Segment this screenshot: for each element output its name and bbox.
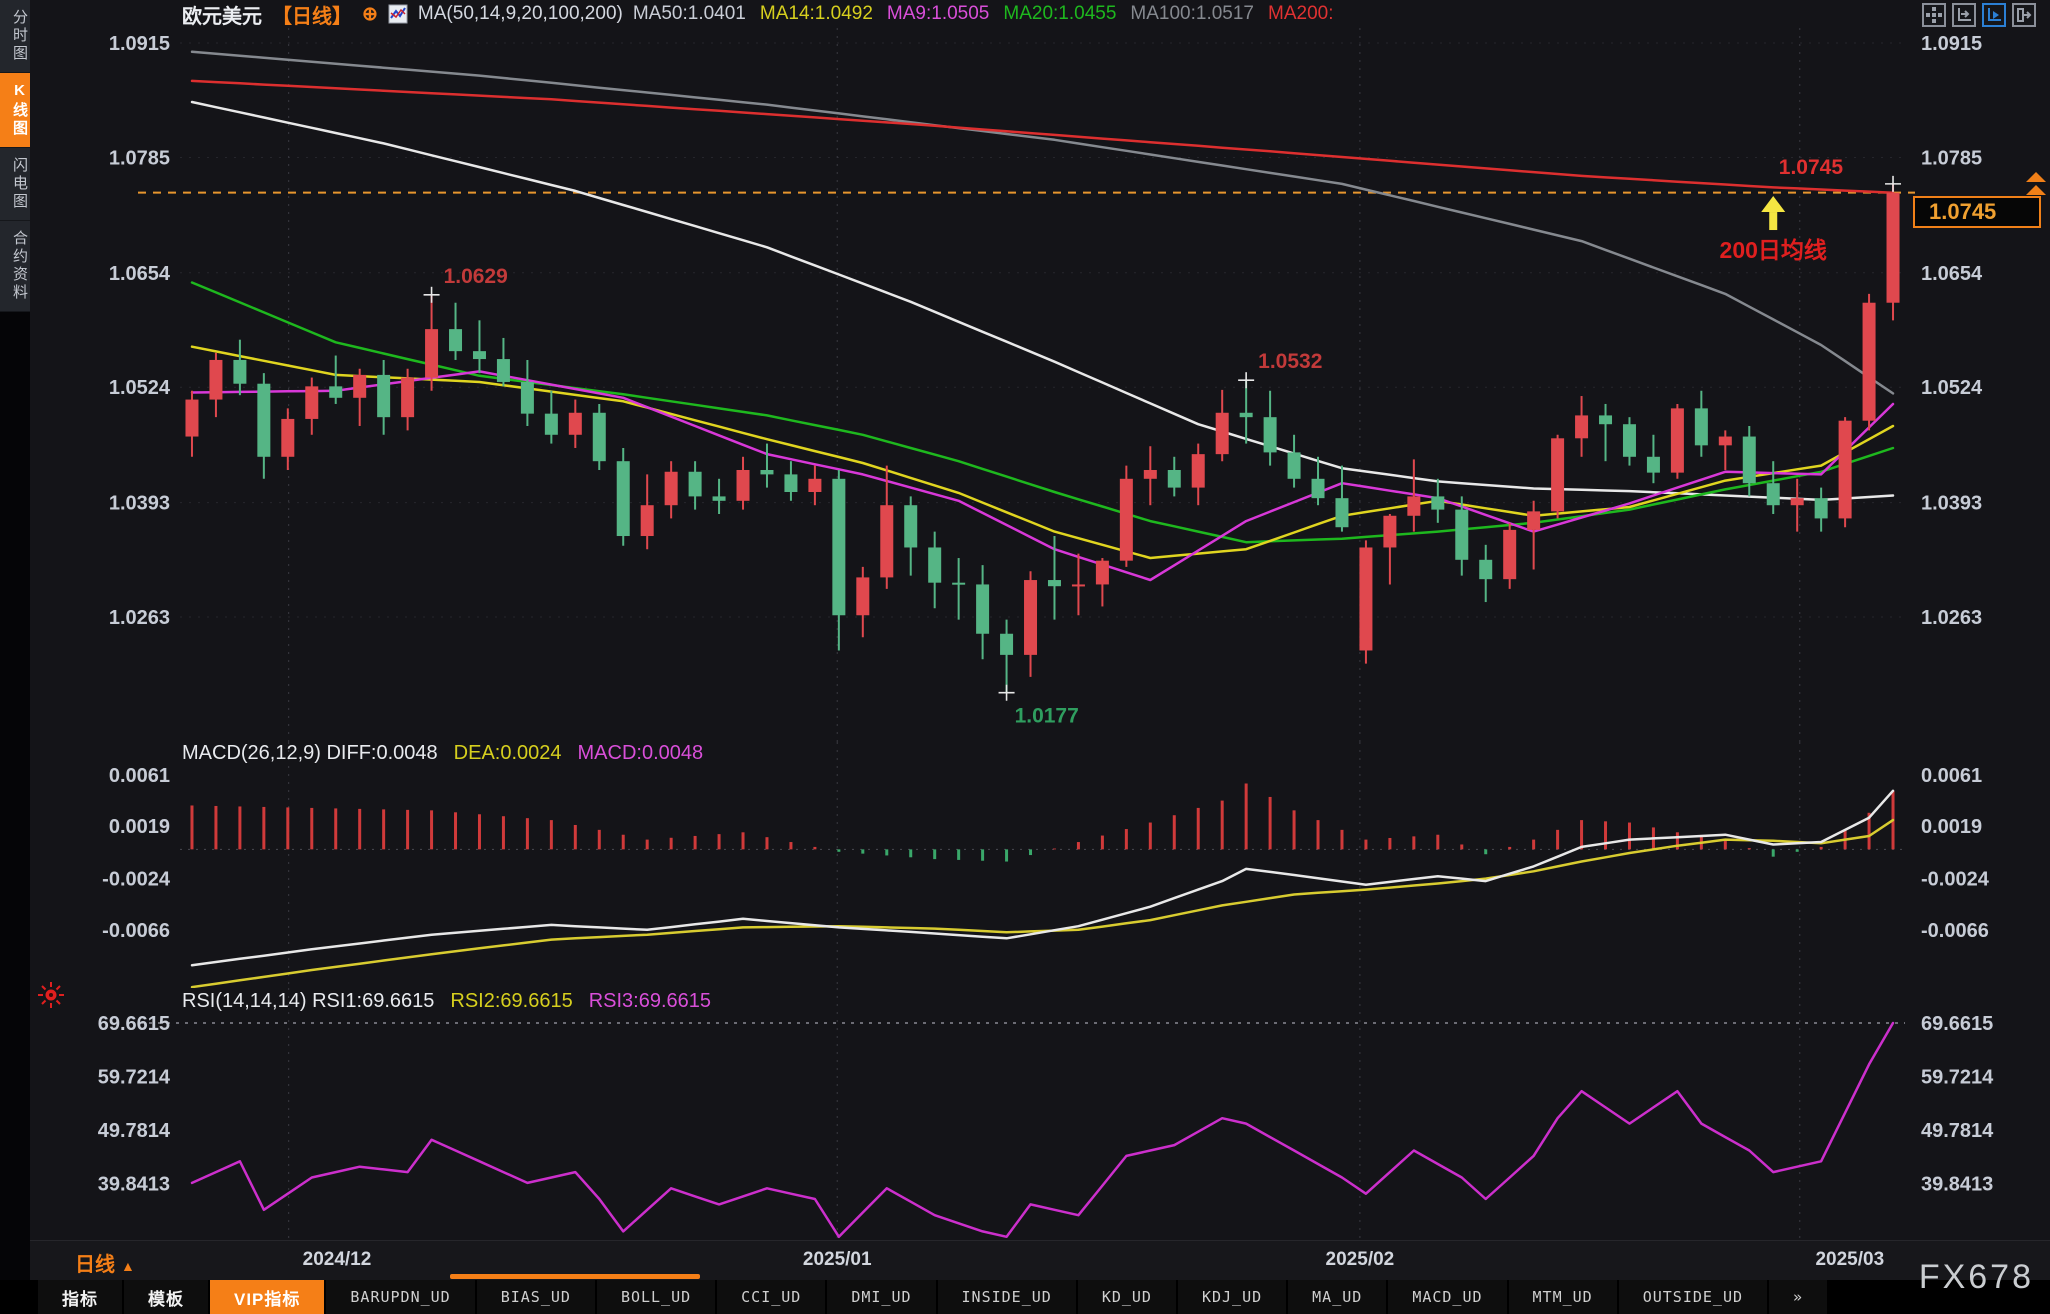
bottom-tab-mtmud[interactable]: MTM_UD bbox=[1509, 1280, 1619, 1314]
indicator-tabbar: 指标模板VIP指标BARUPDN_UDBIAS_UDBOLL_UDCCI_UDD… bbox=[0, 1280, 2050, 1314]
axis-label: 1.0785 bbox=[109, 147, 170, 169]
bottom-tab-macdud[interactable]: MACD_UD bbox=[1388, 1280, 1508, 1314]
axis-fit-icon[interactable] bbox=[1952, 3, 1976, 27]
macd-canvas[interactable]: 0.0061 0.0061 0.0019 0.0019 -0.0024 -0.0024 -0… bbox=[30, 742, 2050, 988]
axis-label: 1.0654 bbox=[109, 263, 171, 285]
axis-label: 39.8413 bbox=[1921, 1174, 1993, 1196]
rsi2-value: RSI2:69.6615 bbox=[450, 990, 572, 1012]
detach-window-icon[interactable] bbox=[2012, 3, 2036, 27]
dropdown-arrow-icon: ▲ bbox=[121, 1258, 135, 1274]
scroll-latest-icon[interactable] bbox=[2026, 172, 2046, 182]
rsi3-value: RSI3:69.6615 bbox=[589, 990, 711, 1012]
sidebar-item-3[interactable]: 闪电图 bbox=[0, 148, 30, 221]
macd-header: MACD(26,12,9) DIFF:0.0048 DEA:0.0024 MACD:… bbox=[182, 742, 719, 765]
axis-label: 1.0915 bbox=[1921, 33, 1982, 55]
rsi-header: RSI(14,14,14) RSI1:69.6615 RSI2:69.6615 RS… bbox=[182, 990, 727, 1013]
fx-chart-app: { "header": { "symbol": "欧元美元", "period_… bbox=[0, 0, 2050, 1314]
axis-label: 49.7814 bbox=[98, 1120, 171, 1142]
axis-label: 1.0393 bbox=[1921, 493, 1982, 515]
axis-label: 1.0524 bbox=[109, 377, 171, 399]
pan-grid-icon[interactable] bbox=[1922, 3, 1946, 27]
axis-label: -0.0024 bbox=[1921, 869, 1990, 891]
period-dropdown[interactable]: 日线▲ bbox=[75, 1248, 135, 1277]
axis-label: 59.7214 bbox=[98, 1067, 171, 1089]
sidebar-item-1[interactable]: 分时图 bbox=[0, 0, 30, 73]
bottom-tab-outsideud[interactable]: OUTSIDE_UD bbox=[1619, 1280, 1769, 1314]
bottom-tab-cciud[interactable]: CCI_UD bbox=[717, 1280, 827, 1314]
bottom-tab-biasud[interactable]: BIAS_UD bbox=[477, 1280, 597, 1314]
price-annotation: 1.0629 bbox=[444, 265, 508, 288]
period-tag: 【日线】 bbox=[272, 0, 352, 29]
bottom-tab-maud[interactable]: MA_UD bbox=[1288, 1280, 1388, 1314]
bottom-tab-模板[interactable]: 模板 bbox=[124, 1280, 210, 1314]
date-axis-label: 2024/12 bbox=[303, 1249, 372, 1271]
chart-header: 欧元美元 【日线】 ⊕ MA(50,14,9,20,100,200) MA50:… bbox=[30, 0, 2050, 28]
axis-label: 39.8413 bbox=[98, 1174, 170, 1196]
ma-legend-value: MA14:1.0492 bbox=[760, 3, 873, 24]
chart-type-icon[interactable] bbox=[388, 4, 408, 24]
bottom-tab-kdud[interactable]: KD_UD bbox=[1078, 1280, 1178, 1314]
bottom-tab-dmiud[interactable]: DMI_UD bbox=[827, 1280, 937, 1314]
ma-legend-value: MA200: bbox=[1268, 3, 1333, 24]
axis-track-icon[interactable] bbox=[1982, 3, 2006, 27]
price-annotation: 1.0745 bbox=[1779, 156, 1844, 179]
chart-main: 欧元美元 【日线】 ⊕ MA(50,14,9,20,100,200) MA50:… bbox=[30, 0, 2050, 1314]
date-axis-label: 2025/01 bbox=[803, 1249, 872, 1271]
axis-label: 69.6615 bbox=[98, 1013, 170, 1035]
axis-label: 59.7214 bbox=[1921, 1067, 1994, 1089]
macd-label: MACD(26,12,9) DIFF:0.0048 bbox=[182, 742, 438, 764]
sidebar-item-2[interactable]: K线图 bbox=[0, 73, 30, 148]
bottom-tab-bollud[interactable]: BOLL_UD bbox=[597, 1280, 717, 1314]
bottom-tab-kdjud[interactable]: KDJ_UD bbox=[1178, 1280, 1288, 1314]
left-sidebar: 分时图K线图闪电图合约资料 bbox=[0, 0, 30, 1314]
bottom-tab-barupdnud[interactable]: BARUPDN_UD bbox=[326, 1280, 476, 1314]
axis-label: 1.0524 bbox=[1921, 377, 1983, 399]
ma-legend-value: MA50:1.0401 bbox=[633, 3, 746, 24]
price-annotation: 1.0177 bbox=[1015, 705, 1079, 728]
date-axis-label: 2025/03 bbox=[1815, 1249, 1884, 1271]
date-axis-row: 日线▲ 2024/12 2025/01 2025/02 2025/03 bbox=[30, 1240, 2050, 1281]
header-toolbar bbox=[1922, 3, 2036, 27]
axis-label: 0.0061 bbox=[1921, 765, 1982, 787]
rsi-canvas[interactable]: 69.6615 69.6615 59.7214 59.7214 49.7814 49.78… bbox=[30, 988, 2050, 1240]
bottom-tab-vip指标[interactable]: VIP指标 bbox=[210, 1280, 326, 1314]
symbol-title: 欧元美元 bbox=[182, 0, 262, 29]
axis-label: -0.0024 bbox=[102, 869, 171, 891]
axis-label: 1.0393 bbox=[109, 493, 170, 515]
ma-legend-value: MA100:1.0517 bbox=[1130, 3, 1254, 24]
main-chart-canvas[interactable]: 1.0629 1.0532 1.0177 1.0745 200日均线 1.0915 1.09… bbox=[30, 28, 2050, 742]
axis-label: -0.0066 bbox=[102, 920, 170, 942]
axis-label: 0.0061 bbox=[109, 765, 170, 787]
axis-label: 49.7814 bbox=[1921, 1120, 1994, 1142]
macd-value: MACD:0.0048 bbox=[578, 742, 704, 764]
axis-label: 1.0263 bbox=[1921, 607, 1982, 629]
ma-legend-value: MA9:1.0505 bbox=[887, 3, 989, 24]
axis-label: -0.0066 bbox=[1921, 920, 1989, 942]
axis-label: 1.0785 bbox=[1921, 147, 1982, 169]
live-indicator-icon bbox=[38, 982, 64, 1013]
ma-group-label: MA(50,14,9,20,100,200) bbox=[418, 3, 623, 25]
ma200-note: 200日均线 bbox=[1720, 237, 1827, 263]
axis-label: 0.0019 bbox=[1921, 816, 1982, 838]
bottom-tab-insideud[interactable]: INSIDE_UD bbox=[938, 1280, 1078, 1314]
macd-dea-value: DEA:0.0024 bbox=[454, 742, 562, 764]
axis-label: 1.0915 bbox=[109, 33, 170, 55]
axis-label: 69.6615 bbox=[1921, 1013, 1993, 1035]
add-indicator-icon[interactable]: ⊕ bbox=[362, 3, 378, 26]
ma-legend: MA50:1.0401 MA14:1.0492 MA9:1.0505 MA20:1.0… bbox=[633, 3, 1348, 25]
watermark: FX678 bbox=[1919, 1258, 2034, 1297]
axis-label: 1.0654 bbox=[1921, 263, 1983, 285]
last-price-tag: 1.0745 bbox=[1913, 196, 2041, 228]
axis-label: 0.0019 bbox=[109, 816, 170, 838]
bottom-tab-»[interactable]: » bbox=[1769, 1280, 1829, 1314]
price-annotation: 1.0532 bbox=[1258, 350, 1322, 373]
h-scrollbar[interactable] bbox=[450, 1274, 700, 1279]
date-axis-label: 2025/02 bbox=[1326, 1249, 1395, 1271]
bottom-tab-指标[interactable]: 指标 bbox=[38, 1280, 124, 1314]
ma-legend-value: MA20:1.0455 bbox=[1003, 3, 1116, 24]
rsi-label: RSI(14,14,14) RSI1:69.6615 bbox=[182, 990, 434, 1012]
axis-label: 1.0263 bbox=[109, 607, 170, 629]
sidebar-item-4[interactable]: 合约资料 bbox=[0, 221, 30, 312]
